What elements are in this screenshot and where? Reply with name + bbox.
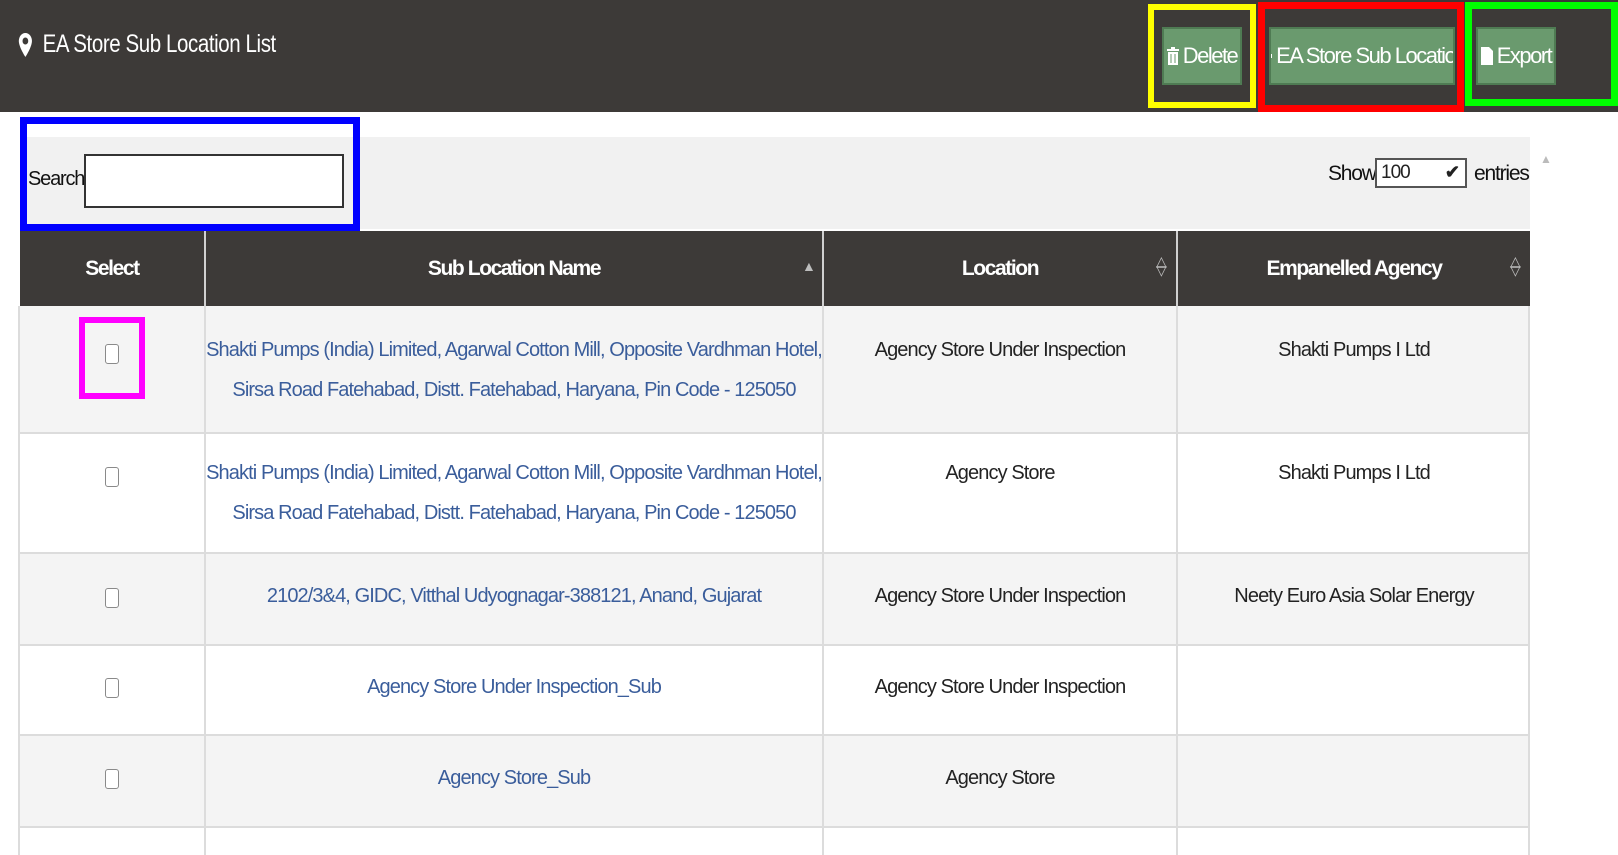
entries-label: entries (1474, 162, 1530, 185)
delete-button[interactable]: Delete (1162, 27, 1242, 85)
table-left-border (18, 306, 20, 855)
sub-location-name-cell[interactable]: Shakti Pumps (India) Limited, Agarwal Co… (206, 453, 823, 533)
column-header-empanelled-agency[interactable]: Empanelled Agency (1178, 231, 1530, 306)
search-label: Search: (28, 168, 90, 190)
column-header-location[interactable]: Location (824, 231, 1176, 306)
file-icon (1480, 47, 1493, 65)
sort-both-icon: △ ▽ (1510, 253, 1521, 278)
row-select-checkbox[interactable] (105, 678, 119, 698)
row-select-checkbox[interactable] (105, 467, 119, 487)
map-pin-icon (18, 32, 32, 57)
location-cell: Agency Store Under Inspection (874, 339, 1127, 361)
sub-location-name-cell[interactable]: 2102/3&4, GIDC, Vitthal Udyognagar-38812… (206, 576, 822, 616)
scroll-up-arrow-icon[interactable]: ▲ (1538, 152, 1554, 168)
location-cell: Agency Store (945, 462, 1055, 484)
column-divider (1528, 306, 1530, 855)
location-cell: Agency Store (945, 767, 1055, 789)
column-divider (1176, 306, 1178, 855)
add-sub-location-button[interactable]: EA Store Sub Location (1269, 27, 1455, 85)
export-button-label: Export (1496, 43, 1553, 68)
row-select-checkbox[interactable] (105, 588, 119, 608)
search-input[interactable] (84, 154, 344, 208)
sub-location-name-cell[interactable]: Agency Store Under Inspection_Sub (206, 667, 822, 707)
agency-cell: Shakti Pumps I Ltd (1278, 462, 1431, 484)
entries-select[interactable]: 100 ✔ (1375, 158, 1467, 188)
page-title: EA Store Sub Location List (18, 30, 276, 59)
sort-both-icon: △ ▽ (1156, 253, 1167, 278)
add-button-label: EA Store Sub Location (1276, 43, 1455, 68)
sub-location-name-cell[interactable]: Shakti Pumps (India) Limited, Agarwal Co… (206, 330, 823, 410)
page-title-text: EA Store Sub Location List (42, 30, 277, 58)
show-label: Show (1328, 162, 1377, 185)
chevron-down-icon: ✔ (1444, 162, 1460, 182)
agency-cell: Neety Euro Asia Solar Energy (1234, 585, 1474, 607)
location-cell: Agency Store Under Inspection (874, 676, 1127, 698)
location-cell: Agency Store Under Inspection (874, 585, 1127, 607)
sub-location-name-cell[interactable]: Agency Store_Sub (206, 758, 822, 798)
entries-value: 100 (1381, 162, 1411, 183)
column-divider (204, 306, 206, 855)
column-header-sub-location-name[interactable]: Sub Location Name (206, 231, 822, 306)
column-divider (822, 306, 824, 855)
row-select-checkbox[interactable] (105, 344, 119, 364)
export-button[interactable]: Export (1476, 27, 1556, 85)
delete-button-label: Delete (1182, 43, 1239, 68)
sort-asc-icon: ▲ (802, 258, 816, 274)
column-header-select: Select (85, 256, 140, 280)
agency-cell: Shakti Pumps I Ltd (1278, 339, 1431, 361)
trash-icon (1166, 47, 1179, 65)
plus-icon (1271, 49, 1273, 63)
row-select-checkbox[interactable] (105, 769, 119, 789)
